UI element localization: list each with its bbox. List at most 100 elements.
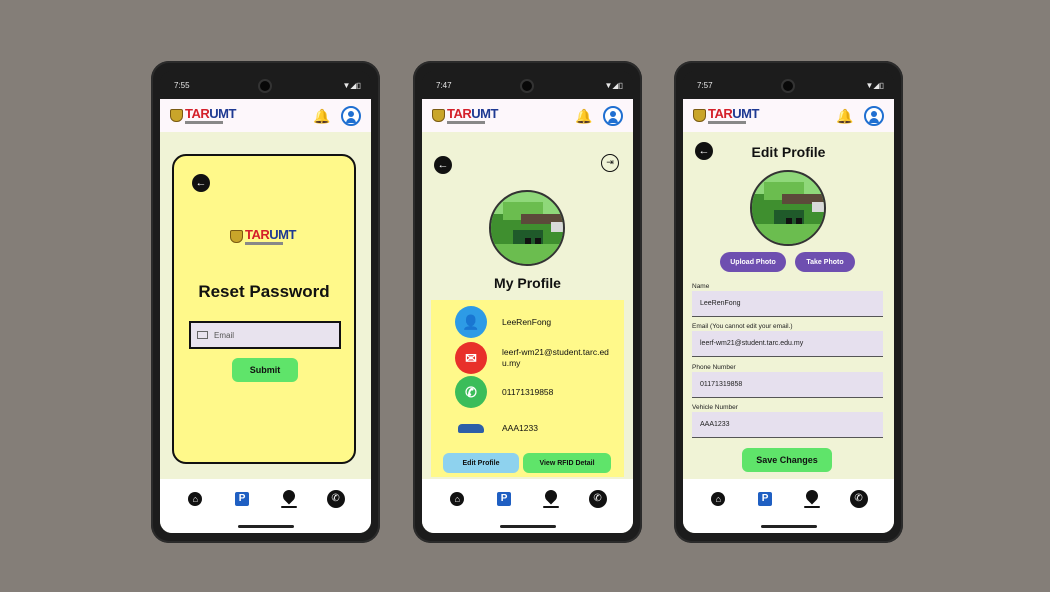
edit-header: ← Edit Profile	[683, 142, 894, 162]
upload-photo-button[interactable]: Upload Photo	[720, 252, 786, 272]
bottom-nav: ⌂ P ✆	[160, 479, 371, 519]
bottom-nav: ⌂ P ✆	[683, 479, 894, 519]
nav-home[interactable]: ⌂	[186, 490, 204, 508]
logo-tar: TAR	[185, 106, 210, 121]
profile-vehicle: AAA1233	[502, 422, 538, 433]
profile-picture	[750, 170, 826, 246]
gesture-bar	[683, 519, 894, 533]
page-title: Reset Password	[198, 282, 330, 301]
status-time: 7:47	[436, 80, 452, 90]
email-field[interactable]: Email	[189, 321, 341, 349]
front-camera	[258, 79, 272, 93]
email-label: Email (You cannot edit your email.)	[692, 323, 793, 330]
bell-icon[interactable]: 🔔	[313, 109, 330, 123]
mail-icon	[197, 331, 208, 339]
user-icon: 👤	[455, 306, 487, 338]
profile-name: LeeRenFong	[502, 316, 552, 327]
edit-profile-button[interactable]: Edit Profile	[443, 453, 519, 473]
back-arrow-icon[interactable]: ←	[434, 156, 452, 174]
nav-home[interactable]: ⌂	[448, 490, 466, 508]
profile-phone: 01171319858	[502, 386, 554, 397]
email-input: leerf-wm21@student.tarc.edu.my	[692, 331, 883, 357]
profile-avatar-icon[interactable]	[603, 105, 623, 126]
take-photo-button[interactable]: Take Photo	[795, 252, 855, 272]
nav-contact[interactable]: ✆	[588, 490, 607, 508]
name-row: 👤 LeeRenFong	[455, 306, 551, 338]
nav-contact[interactable]: ✆	[849, 490, 868, 508]
bottom-nav: ⌂ P ✆	[422, 479, 633, 519]
front-camera	[520, 79, 534, 93]
home-icon: ⌂	[450, 492, 465, 506]
profile-avatar-icon[interactable]	[864, 105, 884, 126]
nav-location[interactable]	[803, 490, 821, 508]
status-time: 7:55	[174, 80, 190, 90]
phone-call-icon: ✆	[455, 376, 487, 408]
page-title: My Profile	[494, 275, 561, 291]
phone-screen: 7:47 ▼◢▯ TARUMT 🔔 ← ⇥ My Profile 👤 LeeRe…	[422, 71, 633, 533]
parking-icon: P	[758, 492, 773, 506]
back-arrow-icon[interactable]: ←	[192, 174, 210, 192]
nav-location[interactable]	[542, 490, 560, 508]
phone-call-icon: ✆	[326, 490, 345, 508]
logo-umt: UMT	[732, 106, 759, 121]
mail-icon: ✉	[455, 342, 487, 374]
name-label: Name	[692, 283, 710, 290]
logo-subtitle	[185, 121, 223, 124]
tarumt-logo: TARUMT	[693, 107, 759, 124]
status-icons: ▼◢▯	[865, 80, 884, 90]
location-pin-icon	[542, 490, 559, 508]
bell-icon[interactable]: 🔔	[836, 109, 853, 123]
phone-call-icon: ✆	[849, 490, 868, 508]
app-bar: TARUMT 🔔	[160, 99, 371, 132]
crest-icon	[432, 109, 445, 122]
app-bar: TARUMT 🔔	[422, 99, 633, 132]
status-time: 7:57	[697, 80, 713, 90]
nav-location[interactable]	[280, 490, 298, 508]
phone-number-input[interactable]: 01171319858	[692, 372, 883, 398]
app-bar: TARUMT 🔔	[683, 99, 894, 132]
logout-icon[interactable]: ⇥	[601, 154, 619, 172]
profile-avatar-icon[interactable]	[341, 105, 361, 126]
car-icon	[455, 412, 487, 444]
nav-parking[interactable]: P	[756, 490, 774, 508]
logo-tar: TAR	[708, 106, 733, 121]
crest-icon	[230, 230, 243, 243]
vehicle-row: AAA1233	[455, 412, 538, 444]
home-icon: ⌂	[711, 492, 726, 506]
nav-parking[interactable]: P	[233, 490, 251, 508]
tarumt-logo: TARUMT	[432, 107, 498, 124]
submit-button[interactable]: Submit	[232, 358, 298, 382]
name-input[interactable]: LeeRenFong	[692, 291, 883, 317]
view-rfid-button[interactable]: View RFID Detail	[523, 453, 611, 473]
profile-info-card: 👤 LeeRenFong ✉ leerf-wm21@student.tarc.e…	[431, 300, 624, 477]
app-window: TARUMT 🔔 ← Edit Profile Upload Photo Tak…	[683, 99, 894, 533]
app-window: TARUMT 🔔 ← TARUMT Reset Password Email S…	[160, 99, 371, 533]
home-icon: ⌂	[188, 492, 203, 506]
profile-picture	[489, 190, 565, 266]
logo-tar: TAR	[447, 106, 472, 121]
nav-parking[interactable]: P	[495, 490, 513, 508]
reset-card: ← TARUMT Reset Password Email Submit	[172, 154, 356, 464]
page-title: Edit Profile	[751, 144, 826, 160]
phone-my-profile: 7:47 ▼◢▯ TARUMT 🔔 ← ⇥ My Profile 👤 LeeRe…	[413, 61, 642, 543]
bell-icon[interactable]: 🔔	[575, 109, 592, 123]
vehicle-number-input[interactable]: AAA1233	[692, 412, 883, 438]
location-pin-icon	[803, 490, 820, 508]
status-icons: ▼◢▯	[604, 80, 623, 90]
logo-tar: TAR	[245, 227, 270, 242]
nav-contact[interactable]: ✆	[326, 490, 345, 508]
parking-icon: P	[235, 492, 250, 506]
logo-subtitle	[447, 121, 485, 124]
app-window: TARUMT 🔔 ← ⇥ My Profile 👤 LeeRenFong ✉ l…	[422, 99, 633, 533]
logo-umt: UMT	[209, 106, 236, 121]
save-changes-button[interactable]: Save Changes	[742, 448, 832, 472]
location-pin-icon	[280, 490, 297, 508]
reset-content: ← TARUMT Reset Password Email Submit	[160, 132, 371, 479]
status-icons: ▼◢▯	[342, 80, 361, 90]
parking-icon: P	[497, 492, 512, 506]
crest-icon	[170, 109, 183, 122]
profile-content: ← ⇥ My Profile 👤 LeeRenFong ✉ leerf-wm21…	[422, 132, 633, 479]
nav-home[interactable]: ⌂	[709, 490, 727, 508]
vehicle-number-label: Vehicle Number	[692, 404, 738, 411]
logo-umt: UMT	[269, 227, 296, 242]
